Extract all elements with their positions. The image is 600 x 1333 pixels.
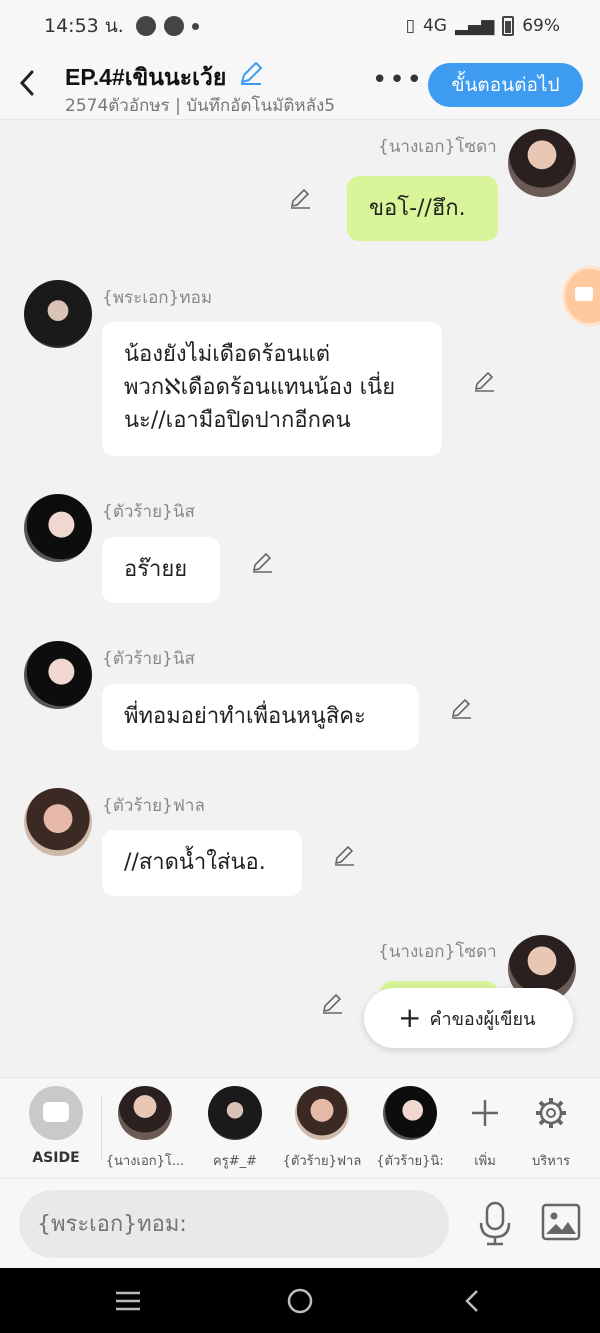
more-options-button[interactable]: •••: [372, 67, 424, 93]
sender-name: {ตัวร้าย}นิส: [102, 502, 195, 522]
message-bubble[interactable]: น้องยังไม่เดือดร้อนแต่ พวกℵเดือดร้อนแทนน…: [102, 322, 442, 456]
message-bubble[interactable]: พี่ทอมอย่าทำเพื่อนหนูสิคะ: [102, 684, 419, 750]
character-avatar: [208, 1086, 262, 1140]
edit-message-icon[interactable]: [250, 550, 274, 574]
notification-dot-icon: [191, 22, 199, 30]
sender-name: {ตัวร้าย}นิส: [102, 649, 195, 669]
network-type: 4G: [422, 16, 447, 36]
message-input[interactable]: [19, 1190, 449, 1258]
battery-icon: [502, 16, 515, 36]
sender-name: {นางเอก}โซดา: [378, 137, 497, 157]
character-item[interactable]: {นางเอก}โ...: [100, 1086, 190, 1171]
back-button[interactable]: [14, 66, 40, 100]
character-item[interactable]: ครู#_#: [190, 1086, 280, 1171]
chevron-left-icon: [19, 70, 34, 96]
image-icon[interactable]: [541, 1203, 581, 1241]
message-bubble[interactable]: ขอโ-//ฮึก.: [347, 176, 498, 241]
autosave-status: 2574ตัวอักษร | บันทึกอัตโนมัติหลัง5: [65, 96, 336, 116]
messenger-icon: [135, 16, 156, 36]
sender-name: {นางเอก}โซดา: [378, 942, 497, 962]
character-avatar: [118, 1086, 172, 1140]
message-bubble[interactable]: อร๊ายย: [102, 537, 220, 603]
message-bubble[interactable]: //สาดน้ำใส่นอ.: [102, 830, 302, 896]
status-time: 14:53 น.: [44, 15, 124, 37]
aside-icon: [29, 1086, 83, 1140]
edit-message-icon[interactable]: [472, 369, 496, 393]
gear-icon: [536, 1098, 566, 1128]
microphone-icon[interactable]: [478, 1201, 512, 1247]
editor-header: EP.4#เขินนะเว้ย 2574ตัวอักษร | บันทึกอัต…: [0, 52, 600, 120]
edit-message-icon[interactable]: [332, 843, 356, 867]
edit-title-icon[interactable]: [238, 60, 264, 86]
next-step-button[interactable]: ขั้นตอนต่อไป: [428, 63, 583, 107]
avatar[interactable]: [508, 129, 576, 197]
edit-message-icon[interactable]: [288, 186, 312, 210]
composer-bar: [0, 1178, 600, 1268]
sender-name: {พระเอก}ทอม: [102, 288, 213, 308]
camera-icon: [575, 287, 593, 301]
edit-message-icon[interactable]: [449, 696, 473, 720]
aside-button[interactable]: ASIDE: [11, 1086, 101, 1166]
episode-title[interactable]: EP.4#เขินนะเว้ย: [65, 60, 226, 96]
avatar[interactable]: [24, 641, 92, 709]
floating-record-button[interactable]: [565, 269, 600, 323]
system-nav-bar: [0, 1268, 600, 1333]
recent-apps-icon[interactable]: [113, 1286, 143, 1316]
signal-icon: ▂▄▆: [454, 16, 495, 36]
back-nav-icon[interactable]: [458, 1286, 488, 1316]
character-avatar: [295, 1086, 349, 1140]
status-bar: 14:53 น. ▯ 4G ▂▄▆ 69%: [0, 0, 600, 52]
chat-area[interactable]: {นางเอก}โซดา ขอโ-//ฮึก. {พระเอก}ทอม น้อง…: [0, 121, 600, 1077]
plus-icon: +: [398, 1001, 422, 1034]
vibrate-icon: ▯: [405, 16, 415, 36]
plus-icon: [472, 1100, 498, 1126]
battery-level: 69%: [522, 16, 560, 36]
avatar[interactable]: [24, 280, 92, 348]
avatar[interactable]: [24, 788, 92, 856]
author-note-label: คำของผู้เขียน: [429, 1008, 536, 1030]
edit-message-icon[interactable]: [320, 991, 344, 1015]
home-icon[interactable]: [285, 1286, 315, 1316]
avatar[interactable]: [24, 494, 92, 562]
character-avatar: [383, 1086, 437, 1140]
line-icon: [163, 16, 184, 36]
character-bar: ASIDE {นางเอก}โ... ครู#_# {ตัวร้าย}ฟาล {…: [0, 1077, 600, 1178]
character-item[interactable]: {ตัวร้าย}ฟาล: [277, 1086, 367, 1171]
manage-button[interactable]: บริหาร: [506, 1086, 596, 1171]
sender-name: {ตัวร้าย}ฟาล: [102, 796, 205, 816]
author-note-button[interactable]: + คำของผู้เขียน: [364, 988, 573, 1048]
